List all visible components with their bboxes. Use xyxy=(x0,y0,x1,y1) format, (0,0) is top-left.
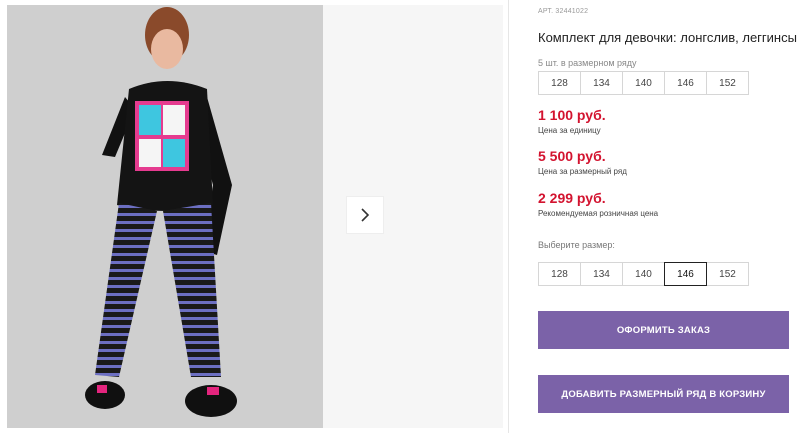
gallery-next-button[interactable] xyxy=(346,196,384,234)
size-option-134[interactable]: 134 xyxy=(580,262,623,286)
size-option-146-selected[interactable]: 146 xyxy=(664,262,707,286)
size-option-152[interactable]: 152 xyxy=(706,262,749,286)
size-row-item: 134 xyxy=(580,71,623,95)
size-row-item: 152 xyxy=(706,71,749,95)
product-gallery xyxy=(7,5,503,428)
size-row-note: 5 шт. в размерном ряду xyxy=(538,58,637,68)
choose-size-label: Выберите размер: xyxy=(538,240,615,250)
size-option-128[interactable]: 128 xyxy=(538,262,581,286)
column-divider xyxy=(508,0,509,433)
size-row-price-label: Цена за размерный ряд xyxy=(538,167,627,176)
size-option-140[interactable]: 140 xyxy=(622,262,665,286)
unit-price-label: Цена за единицу xyxy=(538,126,601,135)
size-picker: 128 134 140 146 152 xyxy=(538,262,749,286)
size-row-item: 140 xyxy=(622,71,665,95)
retail-price-label: Рекомендуемая розничная цена xyxy=(538,209,659,218)
product-title: Комплект для девочки: лонгслив, леггинсы xyxy=(538,30,797,45)
article-number: АРТ. 32441022 xyxy=(538,8,589,15)
add-size-row-to-cart-button[interactable]: ДОБАВИТЬ РАЗМЕРНЫЙ РЯД В КОРЗИНУ xyxy=(538,375,789,413)
chevron-right-icon xyxy=(361,208,370,222)
size-row-item: 146 xyxy=(664,71,707,95)
girl-in-outfit-image xyxy=(7,5,323,428)
product-page: АРТ. 32441022 Комплект для девочки: лонг… xyxy=(0,0,800,433)
retail-price: 2 299 руб. xyxy=(538,190,606,206)
size-row-price: 5 500 руб. xyxy=(538,148,606,164)
size-row-list: 128 134 140 146 152 xyxy=(538,71,749,95)
place-order-button[interactable]: ОФОРМИТЬ ЗАКАЗ xyxy=(538,311,789,349)
unit-price: 1 100 руб. xyxy=(538,107,606,123)
product-photo xyxy=(7,5,323,428)
size-row-item: 128 xyxy=(538,71,581,95)
